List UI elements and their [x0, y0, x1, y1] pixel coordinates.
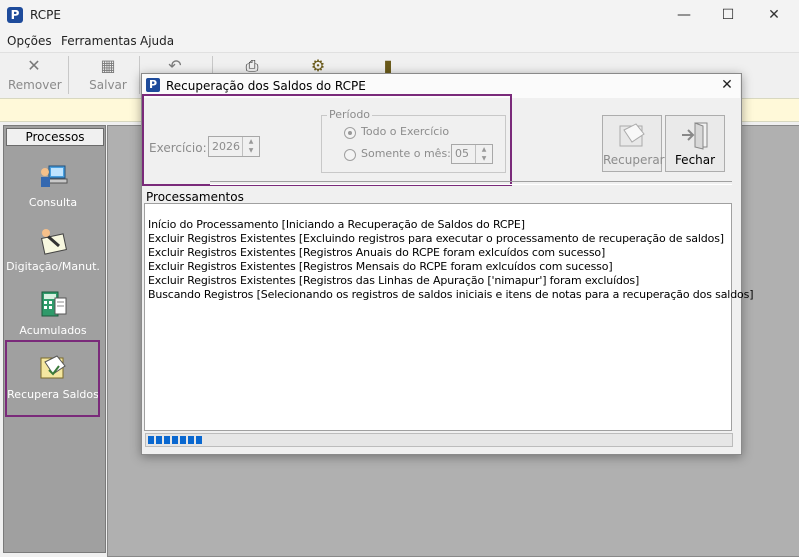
minimize-button[interactable]: —	[661, 0, 707, 30]
progress-block	[148, 436, 154, 444]
recuperar-button[interactable]: Recuperar	[602, 115, 665, 172]
process-panel-header: Processos	[6, 128, 104, 146]
progress-block	[172, 436, 178, 444]
log-line: Excluir Registros Existentes [Excluindo …	[148, 232, 724, 245]
log-line: Excluir Registros Existentes [Registros …	[148, 274, 640, 287]
sidebar-item-acumulados[interactable]: Acumulados	[6, 288, 100, 337]
progress-block	[188, 436, 194, 444]
menu-opcoes[interactable]: Opções	[7, 34, 52, 48]
salvar-label: Salvar	[89, 78, 127, 92]
log-line: Excluir Registros Existentes [Registros …	[148, 246, 606, 259]
process-log[interactable]: Início do Processamento [Iniciando a Rec…	[144, 203, 754, 431]
sidebar-item-digitacao[interactable]: Digitação/Manut.	[6, 224, 100, 273]
section-divider	[210, 181, 732, 185]
dialog-close-button[interactable]: ✕	[716, 75, 738, 95]
calculator-icon	[41, 291, 67, 317]
recuperar-label: Recuperar	[603, 153, 665, 167]
fechar-label: Fechar	[674, 153, 716, 167]
folder-recover-icon	[619, 123, 645, 147]
pen-notepad-icon	[40, 229, 68, 255]
fechar-button[interactable]: Fechar	[665, 115, 725, 172]
computer-user-icon	[41, 165, 68, 187]
menu-ajuda[interactable]: Ajuda	[140, 34, 174, 48]
app-logo-icon: P	[146, 78, 160, 92]
sidebar-item-label: Digitação/Manut.	[6, 260, 100, 273]
toolbar-separator	[139, 56, 140, 94]
highlight-box	[5, 340, 100, 417]
sidebar-item-label: Acumulados	[19, 324, 87, 337]
progress-block	[196, 436, 202, 444]
app-logo-icon: P	[7, 7, 23, 23]
progress-block	[164, 436, 170, 444]
sidebar-item-consulta[interactable]: Consulta	[6, 160, 100, 209]
toolbar-separator	[68, 56, 69, 94]
remover-button[interactable]: ✕ Remover	[8, 56, 62, 92]
sidebar-item-label: Consulta	[28, 196, 78, 209]
x-icon: ✕	[27, 56, 41, 75]
log-line: Excluir Registros Existentes [Registros …	[148, 260, 613, 273]
save-icon: ▦	[100, 56, 116, 75]
remover-label: Remover	[8, 78, 62, 92]
close-window-button[interactable]: ✕	[751, 0, 797, 30]
menu-ferramentas[interactable]: Ferramentas	[61, 34, 137, 48]
maximize-button[interactable]: ☐	[705, 0, 751, 30]
salvar-button[interactable]: ▦ Salvar	[84, 56, 132, 92]
window-title: RCPE	[30, 8, 61, 22]
progress-block	[180, 436, 186, 444]
door-exit-icon	[682, 122, 708, 150]
processamentos-label: Processamentos	[146, 190, 244, 204]
progress-block	[156, 436, 162, 444]
highlight-box	[142, 94, 512, 186]
progress-bar	[145, 433, 733, 447]
log-line: Início do Processamento [Iniciando a Rec…	[148, 218, 525, 231]
dialog-title: Recuperação dos Saldos do RCPE	[166, 79, 366, 93]
log-line: Buscando Registros [Selecionando os regi…	[148, 288, 754, 301]
